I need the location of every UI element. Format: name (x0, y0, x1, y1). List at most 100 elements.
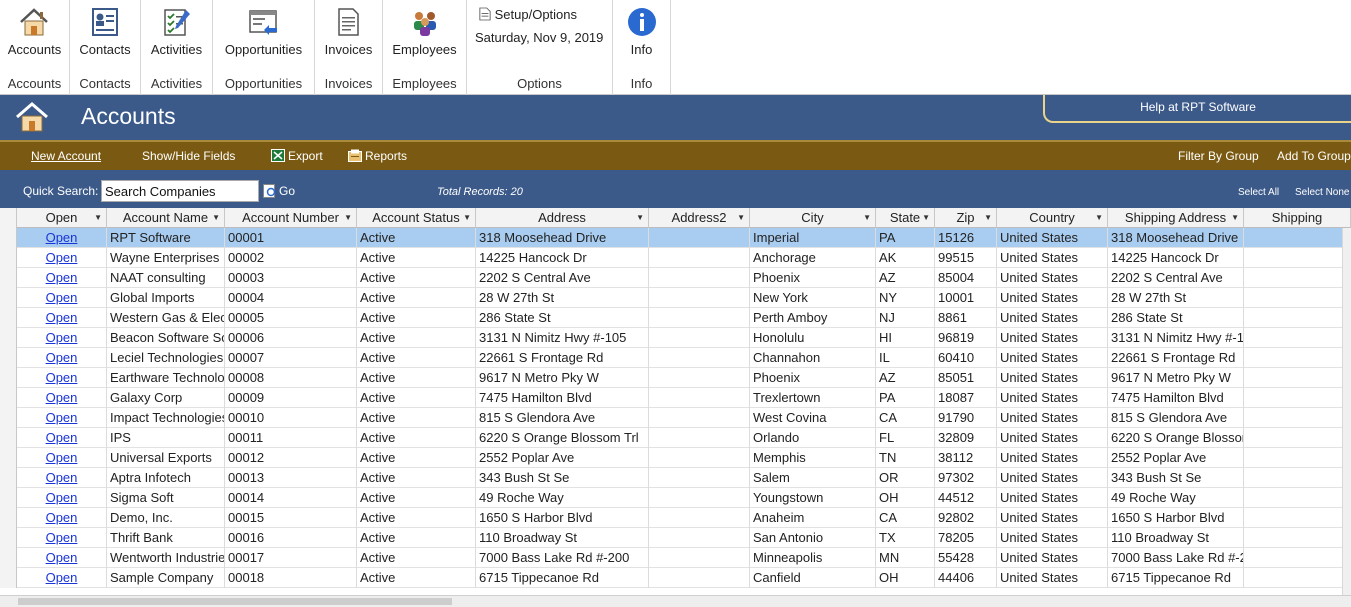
table-row[interactable]: Open NAAT consulting 00003 Active 2202 S Cen… (0, 268, 1351, 288)
activities-button[interactable]: Activities (151, 0, 202, 68)
table-row[interactable]: Open Leciel Technologies 00007 Active 22661 … (0, 348, 1351, 368)
row-selector[interactable] (0, 328, 17, 348)
table-row[interactable]: Open Wayne Enterprises 00002 Active 14225 Ha… (0, 248, 1351, 268)
table-row[interactable]: Open IPS 00011 Active 6220 S Orange Blossom … (0, 428, 1351, 448)
row-selector[interactable] (0, 268, 17, 288)
select-all-corner[interactable] (0, 208, 17, 228)
row-selector[interactable] (0, 388, 17, 408)
row-selector[interactable] (0, 308, 17, 328)
info-button[interactable]: Info (626, 0, 658, 68)
vertical-scrollbar[interactable] (1342, 228, 1351, 595)
open-link[interactable]: Open (17, 468, 107, 488)
table-row[interactable]: Open Wentworth Industries 00017 Active 7000 … (0, 548, 1351, 568)
open-link[interactable]: Open (17, 428, 107, 448)
row-selector[interactable] (0, 468, 17, 488)
row-selector[interactable] (0, 488, 17, 508)
home-icon[interactable] (15, 101, 49, 133)
column-header[interactable]: Address2 ▼ (649, 208, 750, 228)
column-header[interactable]: Address ▼ (476, 208, 649, 228)
go-button[interactable]: Go (263, 184, 295, 198)
sort-dropdown-icon[interactable]: ▼ (212, 208, 220, 227)
accounts-button[interactable]: Accounts (8, 0, 61, 68)
filter-by-group-button[interactable]: Filter By Group (1178, 149, 1259, 163)
table-row[interactable]: Open Thrift Bank 00016 Active 110 Broadway S… (0, 528, 1351, 548)
sort-dropdown-icon[interactable]: ▼ (984, 208, 992, 227)
sort-dropdown-icon[interactable]: ▼ (863, 208, 871, 227)
row-selector[interactable] (0, 368, 17, 388)
export-button[interactable]: Export (271, 149, 323, 163)
column-header[interactable]: Account Number ▼ (225, 208, 357, 228)
table-row[interactable]: OpenWestern Gas & Electric00005Active286… (0, 308, 1351, 328)
table-row[interactable]: Open RPT Software 00001 Active 318 Moosehead… (0, 228, 1351, 248)
row-selector[interactable] (0, 508, 17, 528)
open-link[interactable]: Open (17, 228, 107, 248)
row-selector[interactable] (0, 448, 17, 468)
column-header[interactable]: Zip ▼ (935, 208, 997, 228)
invoices-button[interactable]: Invoices (325, 0, 372, 68)
contacts-button[interactable]: Contacts (79, 0, 131, 68)
new-account-button[interactable]: New Account (31, 149, 101, 163)
opportunities-button[interactable]: Opportunities (225, 0, 302, 68)
open-link[interactable]: Open (17, 408, 107, 428)
sort-dropdown-icon[interactable]: ▼ (636, 208, 644, 227)
column-header[interactable]: Shipping Address ▼ (1108, 208, 1244, 228)
open-link[interactable]: Open (17, 388, 107, 408)
table-row[interactable]: Open Global Imports 00004 Active 28 W 27th S… (0, 288, 1351, 308)
row-selector[interactable] (0, 228, 17, 248)
open-link[interactable]: Open (17, 348, 107, 368)
select-none-button[interactable]: Select None (1295, 187, 1349, 198)
row-selector[interactable] (0, 248, 17, 268)
search-input[interactable] (101, 180, 259, 202)
column-header[interactable]: City ▼ (750, 208, 876, 228)
show-hide-fields-button[interactable]: Show/Hide Fields (142, 149, 235, 163)
table-row[interactable]: Open Universal Exports 00012 Active 2552 Pop… (0, 448, 1351, 468)
reports-button[interactable]: Reports (348, 149, 407, 163)
open-link[interactable]: Open (17, 368, 107, 388)
add-to-group-button[interactable]: Add To Group (1277, 149, 1351, 163)
column-header[interactable]: Open ▼ (17, 208, 107, 228)
table-row[interactable]: Open Aptra Infotech 00013 Active 343 Bush St… (0, 468, 1351, 488)
employees-button[interactable]: Employees (392, 0, 457, 68)
row-selector[interactable] (0, 288, 17, 308)
open-link[interactable]: Open (17, 568, 107, 588)
horizontal-scrollbar[interactable] (0, 595, 1351, 607)
sort-dropdown-icon[interactable]: ▼ (94, 208, 102, 227)
table-row[interactable]: OpenBeacon Software Solutions00006Active… (0, 328, 1351, 348)
column-header[interactable]: Shipping Address2 (1244, 208, 1351, 244)
open-link[interactable]: Open (17, 308, 107, 328)
table-row[interactable]: Open Galaxy Corp 00009 Active 7475 Hamilton … (0, 388, 1351, 408)
sort-dropdown-icon[interactable]: ▼ (1231, 208, 1239, 227)
open-link[interactable]: Open (17, 268, 107, 288)
open-link[interactable]: Open (17, 448, 107, 468)
row-selector[interactable] (0, 428, 17, 448)
table-row[interactable]: Open Impact Technologies 00010 Active 815 S … (0, 408, 1351, 428)
column-header[interactable]: Country ▼ (997, 208, 1108, 228)
sort-dropdown-icon[interactable]: ▼ (463, 208, 471, 227)
column-header[interactable]: Account Status ▼ (357, 208, 476, 228)
open-link[interactable]: Open (17, 488, 107, 508)
row-selector[interactable] (0, 408, 17, 428)
open-link[interactable]: Open (17, 288, 107, 308)
row-selector[interactable] (0, 568, 17, 588)
row-selector[interactable] (0, 348, 17, 368)
sort-dropdown-icon[interactable]: ▼ (737, 208, 745, 227)
table-row[interactable]: OpenEarthware Technologies00008Active961… (0, 368, 1351, 388)
column-header[interactable]: Account Name ▼ (107, 208, 225, 228)
scrollbar-thumb[interactable] (18, 598, 452, 605)
row-selector[interactable] (0, 548, 17, 568)
table-row[interactable]: Open Demo, Inc. 00015 Active 1650 S Harbor B… (0, 508, 1351, 528)
column-header[interactable]: State ▼ (876, 208, 935, 228)
open-link[interactable]: Open (17, 248, 107, 268)
help-link[interactable]: Help at RPT Software (1043, 95, 1351, 123)
sort-dropdown-icon[interactable]: ▼ (344, 208, 352, 227)
open-link[interactable]: Open (17, 528, 107, 548)
setup-options-button[interactable]: Setup/Options (479, 7, 577, 22)
select-all-button[interactable]: Select All (1238, 187, 1279, 198)
table-row[interactable]: Open Sample Company 00018 Active 6715 Tippec… (0, 568, 1351, 588)
sort-dropdown-icon[interactable]: ▼ (1095, 208, 1103, 227)
open-link[interactable]: Open (17, 508, 107, 528)
open-link[interactable]: Open (17, 328, 107, 348)
table-row[interactable]: Open Sigma Soft 00014 Active 49 Roche Way You… (0, 488, 1351, 508)
sort-dropdown-icon[interactable]: ▼ (922, 208, 930, 227)
row-selector[interactable] (0, 528, 17, 548)
